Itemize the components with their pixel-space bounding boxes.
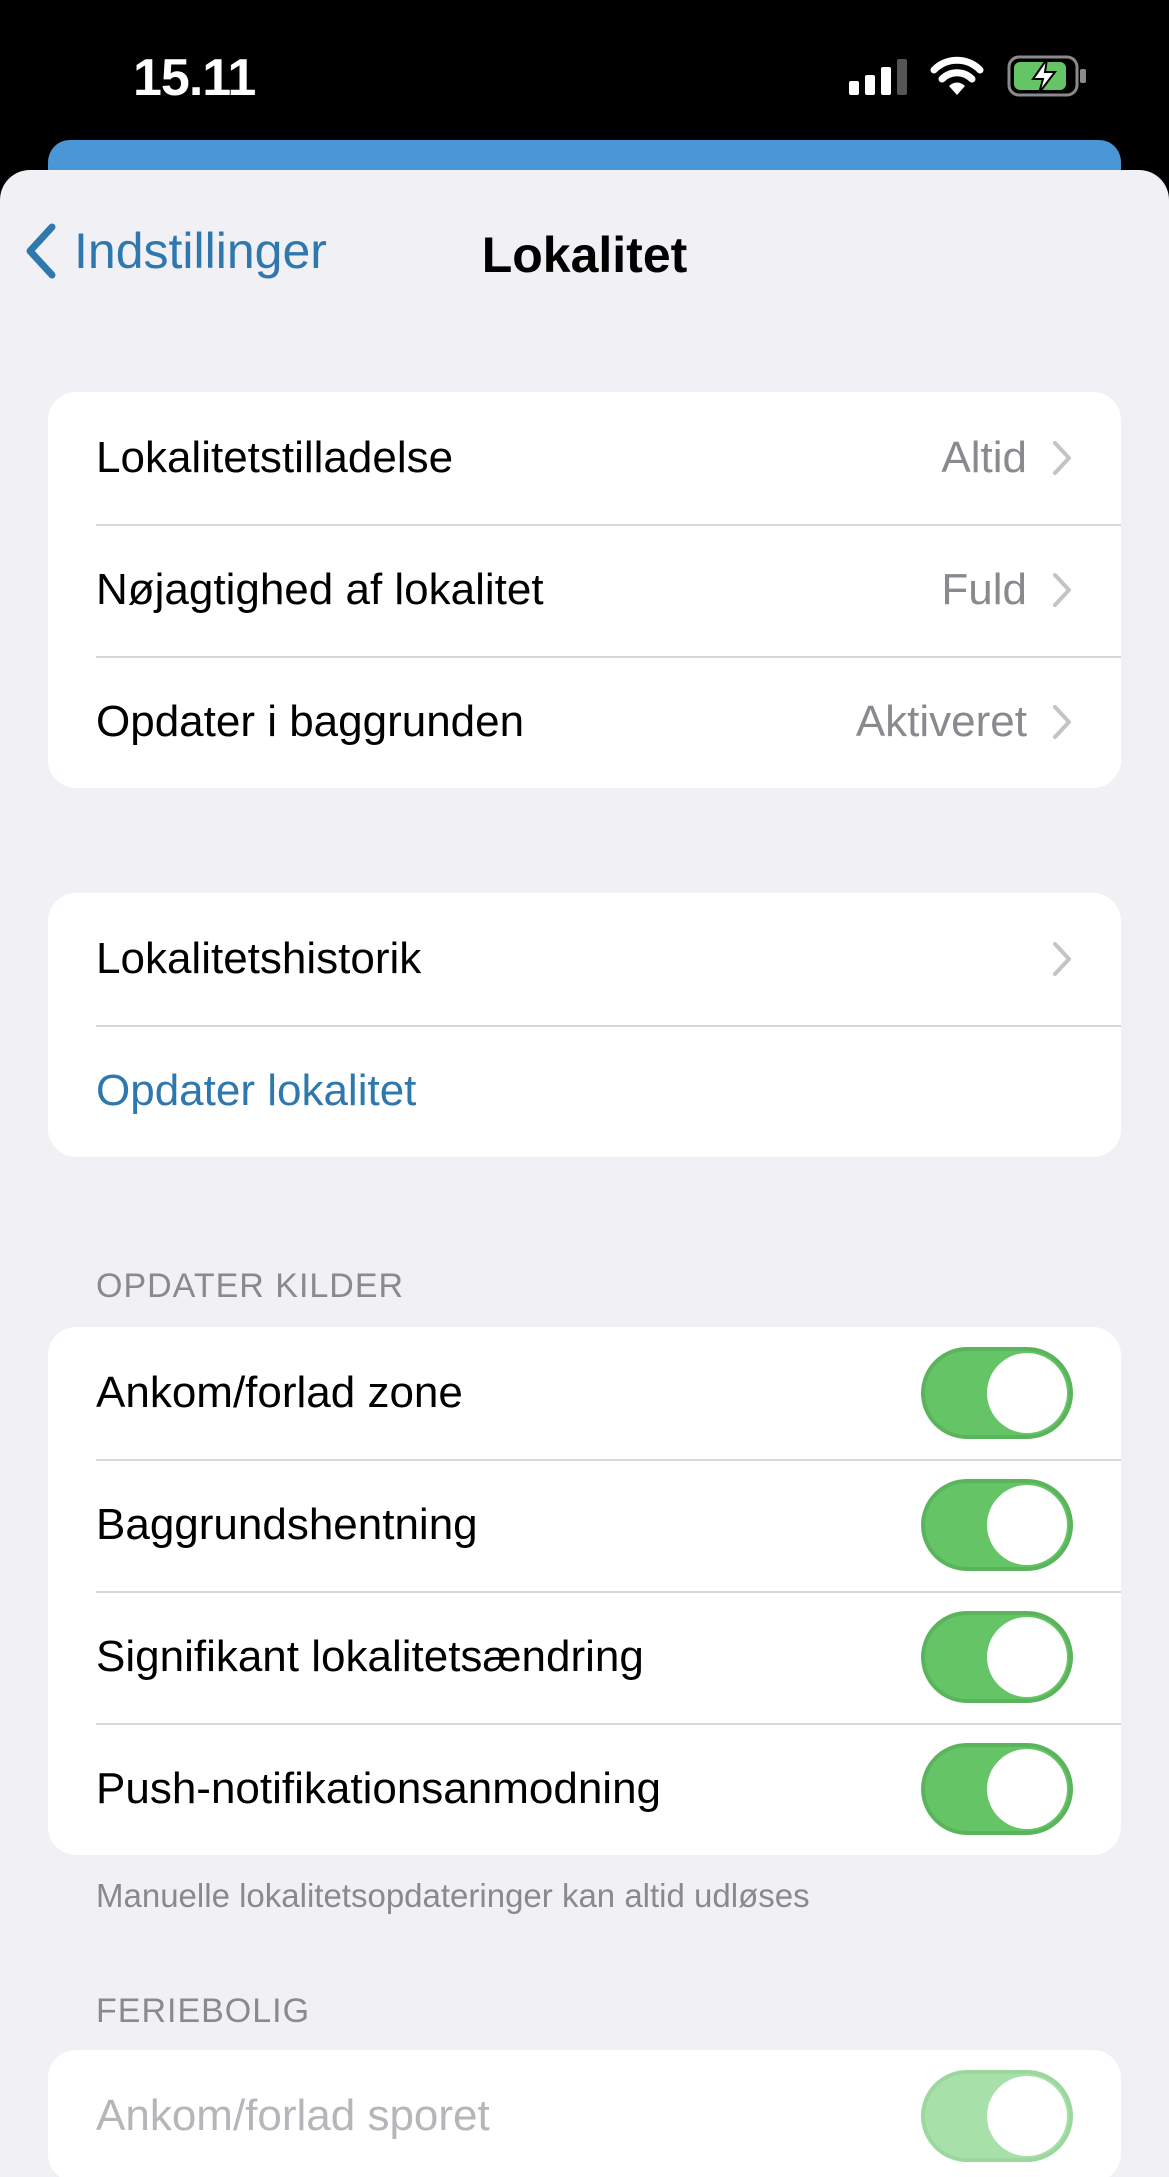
status-time: 15.11 xyxy=(133,49,256,107)
status-icons xyxy=(849,55,1089,97)
vacation-home-group: Ankom/forlad sporet xyxy=(48,2050,1121,2177)
chevron-right-icon xyxy=(1053,573,1071,607)
row-push-notification: Push-notifikationsanmodning xyxy=(48,1723,1121,1855)
row-label: Lokalitetstilladelse xyxy=(96,433,454,482)
toggle-knob xyxy=(987,1749,1067,1829)
row-label: Opdater i baggrunden xyxy=(96,697,525,746)
zone-arrival-toggle[interactable] xyxy=(921,1347,1073,1439)
signal-bars-icon xyxy=(849,57,907,95)
toggle-knob xyxy=(987,2076,1067,2156)
section-header-vacation-home: FERIEBOLIG xyxy=(96,1992,311,2030)
tracked-arrival-toggle[interactable] xyxy=(921,2070,1073,2162)
section-footer-update-sources: Manuelle lokalitetsopdateringer kan alti… xyxy=(96,1877,810,1914)
chevron-right-icon xyxy=(1053,942,1071,976)
row-label: Lokalitetshistorik xyxy=(96,934,422,983)
chevron-right-icon xyxy=(1053,441,1071,475)
navigation-bar: Indstillinger Lokalitet xyxy=(0,170,1169,340)
toggle-knob xyxy=(987,1617,1067,1697)
toggle-knob xyxy=(987,1353,1067,1433)
row-background-fetch: Baggrundshentning xyxy=(48,1459,1121,1591)
row-label: Baggrundshentning xyxy=(96,1500,478,1549)
wifi-icon xyxy=(930,56,984,95)
page-title: Lokalitet xyxy=(481,227,688,283)
row-significant-change: Signifikant lokalitetsændring xyxy=(48,1591,1121,1723)
significant-change-toggle[interactable] xyxy=(921,1611,1073,1703)
location-history-group: Lokalitetshistorik Opdater lokalitet xyxy=(48,893,1121,1157)
row-value: Aktiveret xyxy=(855,697,1027,746)
section-header-update-sources: OPDATER KILDER xyxy=(96,1267,405,1305)
row-value: Fuld xyxy=(941,565,1027,614)
toggle-knob xyxy=(987,1485,1067,1565)
push-notification-toggle[interactable] xyxy=(921,1743,1073,1835)
update-location-button[interactable]: Opdater lokalitet xyxy=(48,1025,1121,1157)
background-fetch-toggle[interactable] xyxy=(921,1479,1073,1571)
row-label: Nøjagtighed af lokalitet xyxy=(96,565,544,614)
row-zone-arrival: Ankom/forlad zone xyxy=(48,1327,1121,1459)
row-label: Ankom/forlad sporet xyxy=(96,2091,490,2140)
row-tracked-arrival: Ankom/forlad sporet xyxy=(48,2050,1121,2177)
row-background-update[interactable]: Opdater i baggrunden Aktiveret xyxy=(48,656,1121,788)
row-label: Signifikant lokalitetsændring xyxy=(96,1632,644,1681)
row-location-history[interactable]: Lokalitetshistorik xyxy=(48,893,1121,1025)
row-label: Ankom/forlad zone xyxy=(96,1368,463,1417)
update-sources-group: Ankom/forlad zone Baggrundshentning Sign… xyxy=(48,1327,1121,1855)
row-label: Opdater lokalitet xyxy=(96,1066,417,1115)
battery-charging-icon xyxy=(1007,55,1089,97)
row-location-permission[interactable]: Lokalitetstilladelse Altid xyxy=(48,392,1121,524)
location-settings-group: Lokalitetstilladelse Altid Nøjagtighed a… xyxy=(48,392,1121,788)
row-location-accuracy[interactable]: Nøjagtighed af lokalitet Fuld xyxy=(48,524,1121,656)
settings-screen: Indstillinger Lokalitet Lokalitetstillad… xyxy=(0,170,1169,2177)
chevron-right-icon xyxy=(1053,705,1071,739)
status-bar: 15.11 xyxy=(0,0,1169,150)
row-value: Altid xyxy=(941,433,1027,482)
row-label: Push-notifikationsanmodning xyxy=(96,1764,662,1813)
